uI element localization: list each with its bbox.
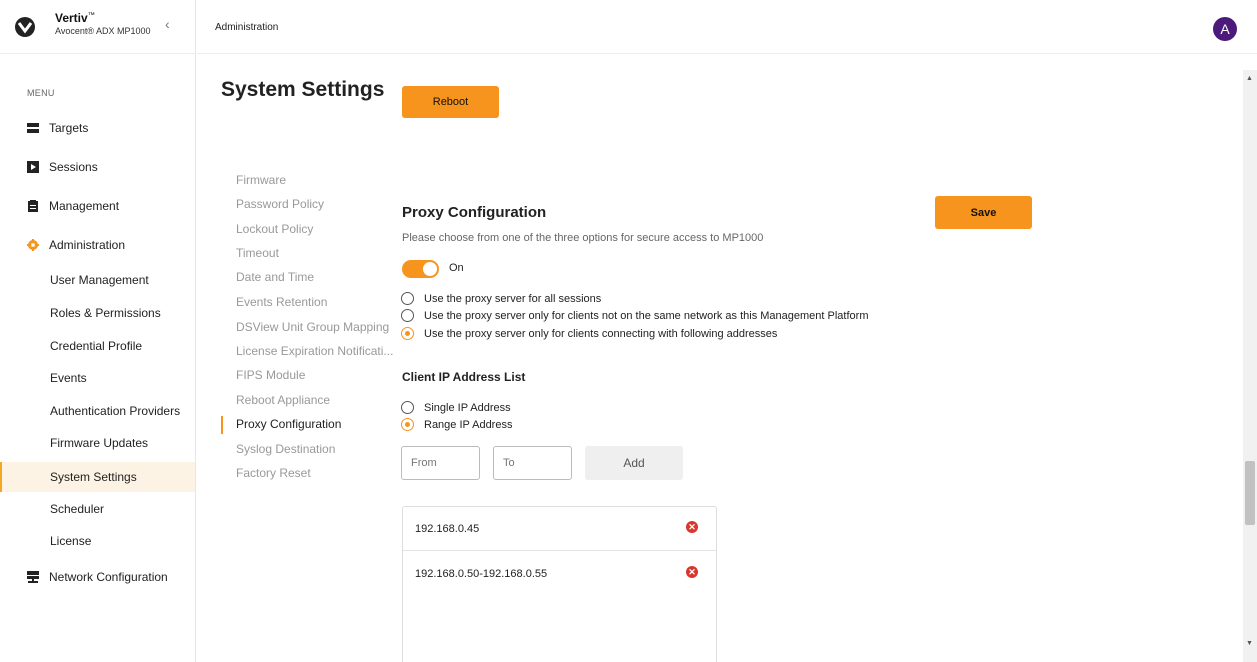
avatar[interactable]: A <box>1213 17 1237 41</box>
sidebar-item-management[interactable]: Management <box>0 191 195 221</box>
sidebar-item-label: Administration <box>49 238 126 252</box>
settings-nav-factory-reset[interactable]: Factory Reset <box>236 466 311 480</box>
sidebar-item-label: Management <box>49 199 120 213</box>
ip-address-list: 192.168.0.45 ✕ 192.168.0.50-192.168.0.55… <box>402 506 717 662</box>
sidebar-subitem-system-settings[interactable]: System Settings <box>0 462 195 492</box>
sidebar-subitem-firmware-updates[interactable]: Firmware Updates <box>0 428 195 458</box>
settings-nav-timeout[interactable]: Timeout <box>236 246 279 260</box>
settings-nav-events-retention[interactable]: Events Retention <box>236 295 327 309</box>
sidebar-subitem-roles-permissions[interactable]: Roles & Permissions <box>0 298 195 328</box>
clipboard-icon <box>28 200 38 212</box>
sidebar: Vertiv™ Avocent® ADX MP1000 ‹ MENU Targe… <box>0 0 196 662</box>
active-indicator <box>221 416 223 434</box>
settings-nav-proxy-configuration[interactable]: Proxy Configuration <box>236 417 341 431</box>
menu-label: MENU <box>27 88 55 98</box>
scroll-down-icon[interactable]: ▼ <box>1246 640 1253 647</box>
settings-nav-password-policy[interactable]: Password Policy <box>236 197 324 211</box>
radio-option-other-network[interactable]: Use the proxy server only for clients no… <box>401 309 868 322</box>
radio-button[interactable] <box>401 418 414 431</box>
network-icon <box>27 571 39 583</box>
to-ip-input[interactable] <box>493 446 572 480</box>
top-bar: Administration A <box>197 0 1257 54</box>
radio-single-ip[interactable]: Single IP Address <box>401 401 511 414</box>
product-name: Avocent® ADX MP1000 <box>55 26 151 36</box>
ip-value: 192.168.0.50-192.168.0.55 <box>415 568 548 580</box>
sidebar-item-targets[interactable]: Targets <box>0 113 195 143</box>
sidebar-subitem-events[interactable]: Events <box>0 363 195 393</box>
targets-icon <box>27 123 39 133</box>
list-item: 192.168.0.45 ✕ <box>403 507 716 551</box>
sidebar-item-label: Network Configuration <box>49 570 168 584</box>
brand-name: Vertiv™ <box>55 11 95 25</box>
radio-label: Use the proxy server only for clients no… <box>424 309 869 322</box>
sidebar-subitem-scheduler[interactable]: Scheduler <box>0 494 195 524</box>
settings-nav-date-time[interactable]: Date and Time <box>236 270 314 284</box>
save-button[interactable]: Save <box>935 196 1032 229</box>
section-description: Please choose from one of the three opti… <box>402 232 764 244</box>
settings-nav-license-expiration[interactable]: License Expiration Notificati... <box>236 344 393 358</box>
sidebar-item-label: Sessions <box>49 160 98 174</box>
settings-nav-fips-module[interactable]: FIPS Module <box>236 368 305 382</box>
radio-button[interactable] <box>401 292 414 305</box>
settings-nav-firmware[interactable]: Firmware <box>236 173 286 187</box>
sidebar-item-network-configuration[interactable]: Network Configuration <box>0 562 195 592</box>
radio-button[interactable] <box>401 309 414 322</box>
radio-label: Use the proxy server only for clients co… <box>424 327 778 340</box>
reboot-button[interactable]: Reboot <box>402 86 499 118</box>
scrollbar-thumb[interactable] <box>1245 461 1255 525</box>
list-item: 192.168.0.50-192.168.0.55 ✕ <box>403 552 716 596</box>
client-ip-list-title: Client IP Address List <box>402 370 526 384</box>
gear-icon <box>27 239 39 251</box>
radio-label: Single IP Address <box>424 401 511 414</box>
radio-option-following-addresses[interactable]: Use the proxy server only for clients co… <box>401 327 777 340</box>
sidebar-item-sessions[interactable]: Sessions <box>0 152 195 182</box>
radio-option-all-sessions[interactable]: Use the proxy server for all sessions <box>401 292 601 305</box>
sidebar-subitem-license[interactable]: License <box>0 526 195 556</box>
sidebar-subitem-user-management[interactable]: User Management <box>0 265 195 295</box>
radio-label: Range IP Address <box>424 418 513 431</box>
radio-button[interactable] <box>401 401 414 414</box>
sidebar-item-label: Targets <box>49 121 89 135</box>
add-button[interactable]: Add <box>585 446 683 480</box>
section-title: Proxy Configuration <box>402 204 547 221</box>
scroll-up-icon[interactable]: ▲ <box>1246 75 1253 82</box>
page-title: System Settings <box>221 78 385 101</box>
vertiv-logo-icon <box>15 17 35 37</box>
toggle-knob <box>423 262 437 276</box>
from-ip-input[interactable] <box>401 446 480 480</box>
chevron-left-icon[interactable]: ‹ <box>165 16 170 32</box>
breadcrumb: Administration <box>215 22 279 33</box>
settings-nav-reboot-appliance[interactable]: Reboot Appliance <box>236 393 330 407</box>
radio-button[interactable] <box>401 327 414 340</box>
radio-range-ip[interactable]: Range IP Address <box>401 418 512 431</box>
sidebar-item-administration[interactable]: Administration <box>0 230 195 260</box>
settings-nav-syslog-destination[interactable]: Syslog Destination <box>236 442 335 456</box>
radio-label: Use the proxy server for all sessions <box>424 292 602 305</box>
remove-icon[interactable]: ✕ <box>686 566 698 578</box>
sidebar-subitem-credential-profile[interactable]: Credential Profile <box>0 331 195 361</box>
scrollbar[interactable]: ▲ ▼ <box>1243 70 1257 662</box>
settings-nav-lockout-policy[interactable]: Lockout Policy <box>236 222 313 236</box>
ip-value: 192.168.0.45 <box>415 522 480 535</box>
proxy-toggle[interactable] <box>402 260 439 278</box>
brand-header: Vertiv™ Avocent® ADX MP1000 ‹ <box>0 0 196 54</box>
settings-nav-dsview-mapping[interactable]: DSView Unit Group Mapping <box>236 320 389 334</box>
sessions-icon <box>27 161 39 173</box>
remove-icon[interactable]: ✕ <box>686 521 698 533</box>
sidebar-subitem-authentication-providers[interactable]: Authentication Providers <box>0 396 195 426</box>
toggle-label: On <box>449 262 464 274</box>
